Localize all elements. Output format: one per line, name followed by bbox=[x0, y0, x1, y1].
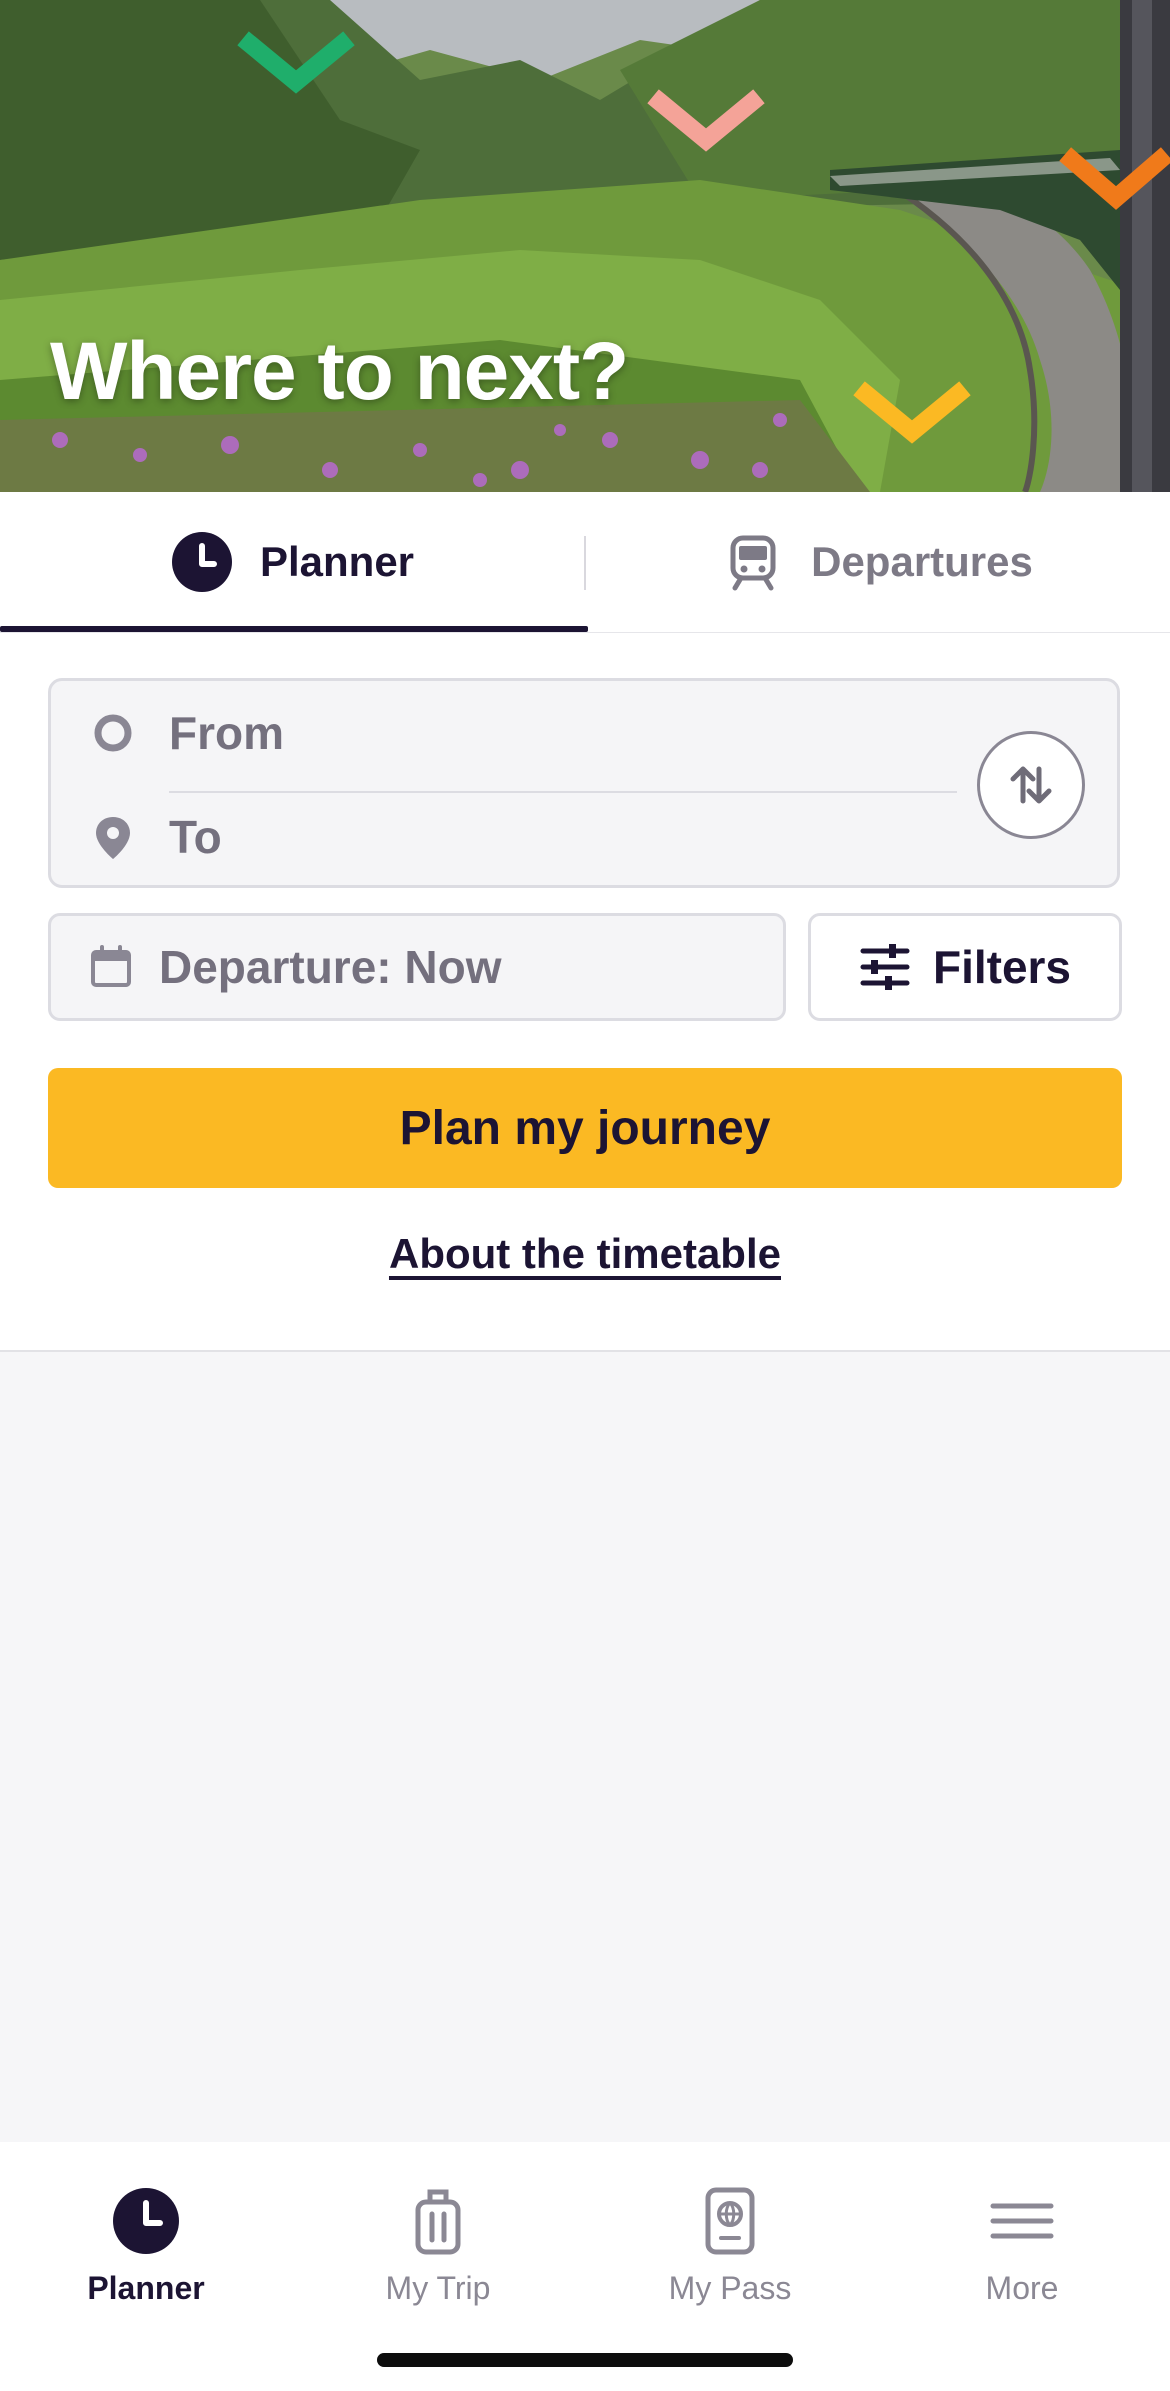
nav-my-trip-label: My Trip bbox=[385, 2270, 491, 2306]
tab-planner-label: Planner bbox=[259, 538, 415, 585]
suitcase-icon bbox=[415, 2189, 461, 2255]
active-tab-indicator bbox=[0, 626, 588, 632]
to-field[interactable]: To bbox=[51, 785, 951, 889]
tab-planner[interactable]: Planner bbox=[0, 492, 586, 632]
passport-icon bbox=[705, 2187, 755, 2255]
nav-my-pass-label: My Pass bbox=[668, 2270, 792, 2306]
nav-item-more[interactable]: More bbox=[876, 2162, 1168, 2312]
from-placeholder: From bbox=[169, 707, 284, 759]
hero-banner: Where to next? bbox=[0, 0, 1170, 492]
tab-bar: Planner Departures bbox=[0, 492, 1170, 633]
train-icon bbox=[730, 535, 776, 591]
calendar-icon bbox=[91, 945, 131, 987]
nav-item-my-trip[interactable]: My Trip bbox=[292, 2162, 584, 2312]
swap-route-button[interactable] bbox=[977, 731, 1085, 839]
nav-item-my-pass[interactable]: My Pass bbox=[584, 2162, 876, 2312]
clock-icon bbox=[113, 2188, 179, 2254]
origin-circle-icon bbox=[94, 714, 132, 752]
departure-time-field[interactable]: Departure: Now bbox=[48, 913, 786, 1021]
departure-label: Departure: Now bbox=[159, 941, 502, 993]
location-pin-icon bbox=[96, 817, 130, 859]
nav-more-label: More bbox=[985, 2270, 1059, 2306]
tab-departures[interactable]: Departures bbox=[586, 492, 1170, 632]
nav-item-planner[interactable]: Planner bbox=[0, 2162, 292, 2312]
clock-icon bbox=[171, 532, 232, 592]
nav-planner-label: Planner bbox=[87, 2270, 205, 2306]
about-timetable-link[interactable]: About the timetable bbox=[0, 1230, 1170, 1278]
home-indicator bbox=[377, 2353, 793, 2367]
swap-arrows-icon bbox=[1010, 766, 1052, 804]
to-placeholder: To bbox=[169, 811, 222, 863]
from-field[interactable]: From bbox=[51, 681, 951, 785]
hero-title: Where to next? bbox=[50, 326, 629, 417]
route-input-card: From To bbox=[48, 678, 1120, 888]
empty-content-area bbox=[0, 1352, 1170, 2142]
filters-button[interactable]: Filters bbox=[808, 913, 1122, 1021]
tab-departures-label: Departures bbox=[811, 538, 1033, 585]
sliders-icon bbox=[860, 944, 910, 990]
menu-icon bbox=[990, 2203, 1054, 2239]
plan-journey-button[interactable]: Plan my journey bbox=[48, 1068, 1122, 1188]
filters-label: Filters bbox=[932, 941, 1072, 993]
